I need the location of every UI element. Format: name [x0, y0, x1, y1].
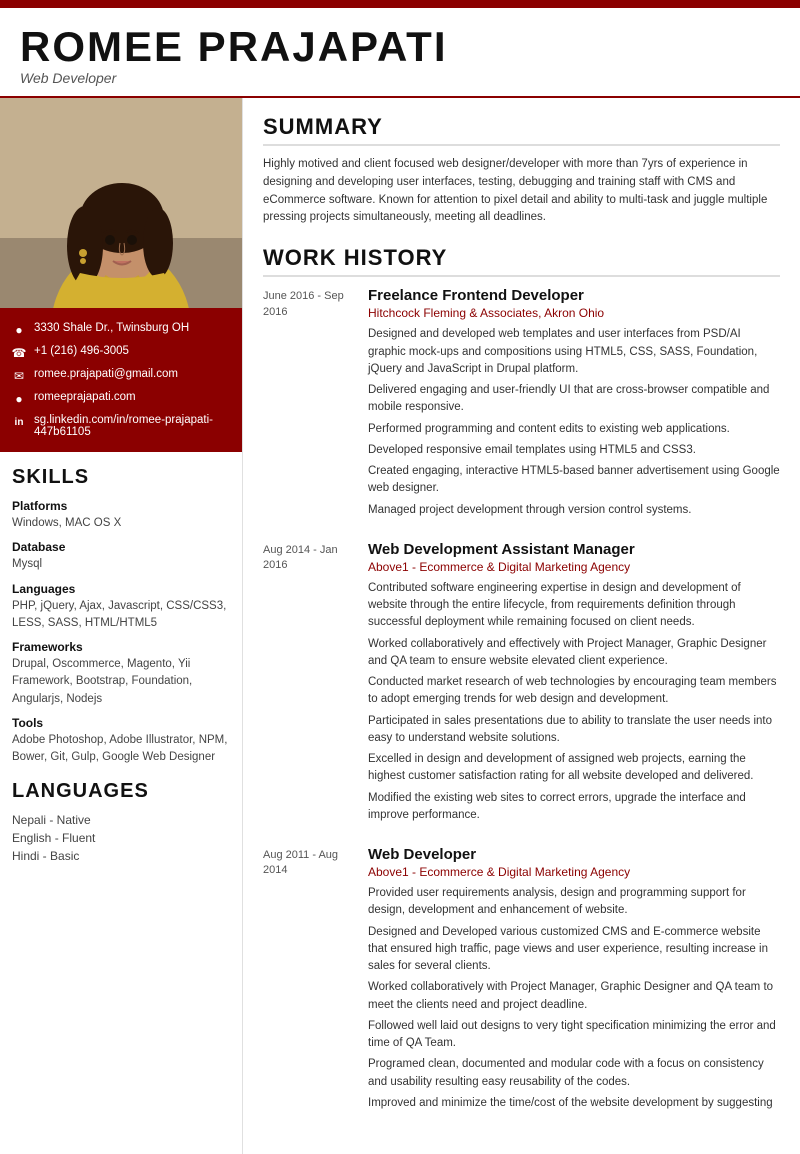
skill-category-name: Frameworks	[12, 640, 230, 654]
work-bullet: Conducted market research of web technol…	[368, 674, 780, 709]
skill-category-values: Drupal, Oscommerce, Magento, Yii Framewo…	[12, 656, 230, 708]
work-bullet: Excelled in design and development of as…	[368, 751, 780, 786]
skill-category: Database Mysql	[12, 540, 230, 573]
photo-placeholder	[0, 98, 242, 308]
work-company: Above1 - Ecommerce & Digital Marketing A…	[368, 865, 780, 879]
website-text: romeeprajapati.com	[34, 391, 136, 403]
work-history-list: June 2016 - Sep 2016 Freelance Frontend …	[263, 287, 780, 1116]
address-item: ● 3330 Shale Dr., Twinsburg OH	[12, 322, 230, 337]
top-bar	[0, 0, 800, 8]
skill-category-values: Mysql	[12, 556, 230, 573]
skill-category-values: Windows, MAC OS X	[12, 515, 230, 532]
work-bullet: Modified the existing web sites to corre…	[368, 790, 780, 825]
work-job-title: Freelance Frontend Developer	[368, 287, 780, 304]
work-details: Web Development Assistant Manager Above1…	[368, 541, 780, 828]
work-bullet: Contributed software engineering experti…	[368, 580, 780, 632]
languages-title: LANGUAGES	[12, 780, 230, 803]
work-date: Aug 2014 - Jan 2016	[263, 541, 358, 828]
language-item: Nepali - Native	[12, 813, 230, 827]
skills-list: Platforms Windows, MAC OS X Database Mys…	[12, 499, 230, 766]
email-icon: ✉	[12, 369, 26, 383]
work-bullet: Delivered engaging and user-friendly UI …	[368, 382, 780, 417]
work-bullet: Managed project development through vers…	[368, 502, 780, 519]
work-bullet: Improved and minimize the time/cost of t…	[368, 1095, 780, 1112]
work-bullet: Performed programming and content edits …	[368, 421, 780, 438]
skill-category-name: Database	[12, 540, 230, 554]
work-bullet: Designed and Developed various customize…	[368, 924, 780, 976]
email-item: ✉ romee.prajapati@gmail.com	[12, 368, 230, 383]
skill-category: Platforms Windows, MAC OS X	[12, 499, 230, 532]
linkedin-icon: in	[12, 415, 26, 429]
skill-category-values: PHP, jQuery, Ajax, Javascript, CSS/CSS3,…	[12, 598, 230, 633]
work-bullet: Created engaging, interactive HTML5-base…	[368, 463, 780, 498]
linkedin-item: in sg.linkedin.com/in/romee-prajapati-44…	[12, 414, 230, 438]
work-job-title: Web Development Assistant Manager	[368, 541, 780, 558]
address-text: 3330 Shale Dr., Twinsburg OH	[34, 322, 189, 334]
phone-text: +1 (216) 496-3005	[34, 345, 129, 357]
work-entry: Aug 2011 - Aug 2014 Web Developer Above1…	[263, 846, 780, 1116]
work-bullet: Worked collaboratively and effectively w…	[368, 636, 780, 671]
skill-category-name: Tools	[12, 716, 230, 730]
work-job-title: Web Developer	[368, 846, 780, 863]
work-history-title: WORK HISTORY	[263, 245, 780, 277]
candidate-title: Web Developer	[20, 70, 780, 86]
work-entry: June 2016 - Sep 2016 Freelance Frontend …	[263, 287, 780, 523]
work-bullet: Participated in sales presentations due …	[368, 713, 780, 748]
email-text: romee.prajapati@gmail.com	[34, 368, 178, 380]
language-item: Hindi - Basic	[12, 849, 230, 863]
work-date: Aug 2011 - Aug 2014	[263, 846, 358, 1116]
sidebar-content: SKILLS Platforms Windows, MAC OS X Datab…	[0, 452, 242, 881]
website-item: ● romeeprajapati.com	[12, 391, 230, 406]
language-item: English - Fluent	[12, 831, 230, 845]
work-details: Web Developer Above1 - Ecommerce & Digit…	[368, 846, 780, 1116]
work-entry: Aug 2014 - Jan 2016 Web Development Assi…	[263, 541, 780, 828]
skill-category: Tools Adobe Photoshop, Adobe Illustrator…	[12, 716, 230, 767]
phone-item: ☎ +1 (216) 496-3005	[12, 345, 230, 360]
work-bullet: Developed responsive email templates usi…	[368, 442, 780, 459]
work-company: Hitchcock Fleming & Associates, Akron Oh…	[368, 306, 780, 320]
header: ROMEE PRAJAPATI Web Developer	[0, 8, 800, 98]
main-content: SUMMARY Highly motived and client focuse…	[242, 98, 800, 1154]
work-bullet: Designed and developed web templates and…	[368, 326, 780, 378]
phone-icon: ☎	[12, 346, 26, 360]
work-date: June 2016 - Sep 2016	[263, 287, 358, 523]
candidate-name: ROMEE PRAJAPATI	[20, 26, 780, 68]
location-icon: ●	[12, 323, 26, 337]
summary-title: SUMMARY	[263, 114, 780, 146]
work-company: Above1 - Ecommerce & Digital Marketing A…	[368, 560, 780, 574]
skill-category-name: Languages	[12, 582, 230, 596]
skill-category: Languages PHP, jQuery, Ajax, Javascript,…	[12, 582, 230, 633]
contact-section: ● 3330 Shale Dr., Twinsburg OH ☎ +1 (216…	[0, 308, 242, 452]
skill-category: Frameworks Drupal, Oscommerce, Magento, …	[12, 640, 230, 708]
sidebar: ● 3330 Shale Dr., Twinsburg OH ☎ +1 (216…	[0, 98, 242, 1154]
work-bullet: Followed well laid out designs to very t…	[368, 1018, 780, 1053]
linkedin-text: sg.linkedin.com/in/romee-prajapati-447b6…	[34, 414, 230, 438]
skill-category-name: Platforms	[12, 499, 230, 513]
summary-text: Highly motived and client focused web de…	[263, 156, 780, 227]
work-bullet: Provided user requirements analysis, des…	[368, 885, 780, 920]
skill-category-values: Adobe Photoshop, Adobe Illustrator, NPM,…	[12, 732, 230, 767]
main-layout: ● 3330 Shale Dr., Twinsburg OH ☎ +1 (216…	[0, 98, 800, 1154]
skills-title: SKILLS	[12, 466, 230, 489]
work-details: Freelance Frontend Developer Hitchcock F…	[368, 287, 780, 523]
languages-list: Nepali - Native English - Fluent Hindi - B…	[12, 813, 230, 863]
work-bullet: Worked collaboratively with Project Mana…	[368, 979, 780, 1014]
globe-icon: ●	[12, 392, 26, 406]
candidate-photo	[0, 98, 242, 308]
work-bullet: Programed clean, documented and modular …	[368, 1056, 780, 1091]
